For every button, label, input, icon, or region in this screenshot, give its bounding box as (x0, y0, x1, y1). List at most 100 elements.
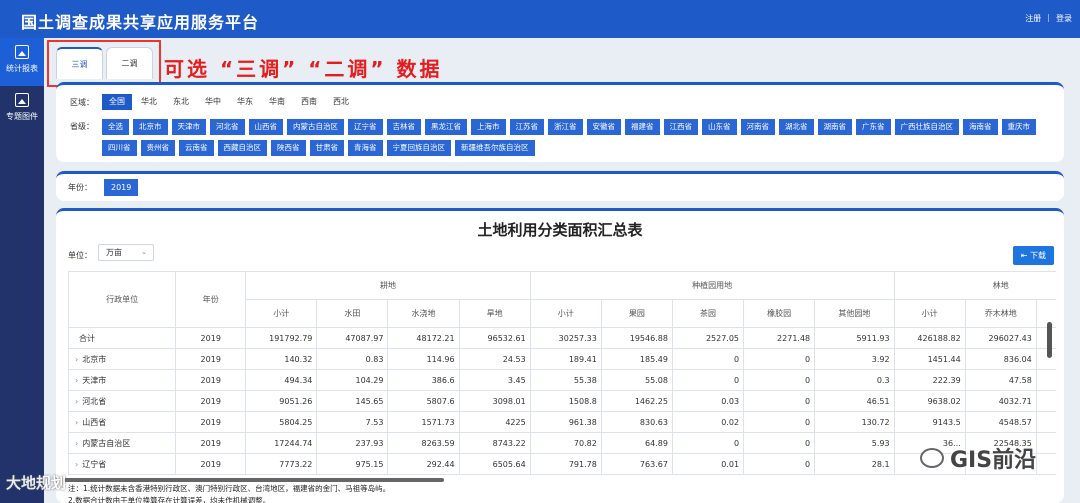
province-option[interactable]: 陕西省 (271, 140, 306, 156)
sidebar-item-thematic-maps[interactable]: 专题图件 (0, 86, 44, 134)
sidebar-item-stats-report[interactable]: 统计报表 (0, 38, 44, 86)
region-option[interactable]: 华中 (198, 94, 228, 110)
table-row[interactable]: › 山西省 2019 5804.25 7.53 1571.73 4225 961.38 830.… (67, 411, 1056, 433)
table-cell: 140.32 (245, 348, 318, 370)
table-cell: 47.58 (964, 369, 1037, 391)
region-option[interactable]: 东北 (166, 94, 196, 110)
province-label: 省级： (70, 122, 94, 131)
report-icon (15, 45, 29, 59)
province-option[interactable]: 辽宁省 (348, 119, 383, 135)
province-option[interactable]: 宁夏回族自治区 (386, 140, 451, 156)
column-group-forest: 林地 (893, 271, 1056, 300)
table-cell (1035, 411, 1056, 433)
province-option[interactable]: 海南省 (963, 119, 998, 135)
province-option[interactable]: 四川省 (102, 140, 137, 156)
table-cell: 3.92 (814, 348, 895, 370)
row-year-cell: 2019 (175, 411, 247, 433)
region-option[interactable]: 华北 (134, 94, 164, 110)
sidebar-item-label: 专题图件 (6, 112, 38, 121)
province-option[interactable]: 内蒙古自治区 (287, 119, 344, 135)
table-cell (1035, 369, 1056, 391)
year-label: 年份： (68, 183, 92, 192)
table-row[interactable]: › 河北省 2019 9051.26 145.65 5807.6 3098.01 1508.8… (67, 390, 1056, 412)
table-row[interactable]: 合计 2019 191792.79 47087.97 48172.21 96532.61 3… (67, 327, 1056, 349)
column-header: 水浇地 (387, 299, 460, 328)
wechat-logo-icon (920, 448, 944, 468)
table-cell: 19546.88 (600, 327, 673, 349)
table-cell: 5.93 (814, 432, 895, 454)
province-option[interactable]: 甘肃省 (309, 140, 344, 156)
region-option[interactable]: 华南 (262, 94, 292, 110)
row-region-name: 山西省 (82, 417, 107, 427)
province-option[interactable]: 西藏自治区 (217, 140, 267, 156)
filter-panel: 区域： 全国 华北 东北 华中 华东 华南 西南 西北 省级： 全选 北京市 天津市 河北省 山西省内… (56, 82, 1064, 162)
province-option[interactable]: 山东省 (702, 119, 737, 135)
table-cell: 5807.6 (387, 390, 460, 412)
province-option[interactable]: 贵州省 (140, 140, 175, 156)
province-option[interactable]: 山西省 (248, 119, 283, 135)
row-year-cell: 2019 (175, 432, 247, 454)
chevron-right-icon[interactable]: › (75, 397, 78, 406)
province-option[interactable]: 新疆维吾尔族自治区 (455, 140, 535, 156)
vertical-scrollbar[interactable] (1047, 322, 1052, 358)
province-option[interactable]: 江西省 (663, 119, 698, 135)
row-year-cell: 2019 (175, 348, 247, 370)
province-option[interactable]: 河南省 (740, 119, 775, 135)
table-row[interactable]: › 天津市 2019 494.34 104.29 386.6 3.45 55.38 55.08 0… (67, 369, 1056, 391)
login-link[interactable]: 登录 (1056, 13, 1072, 24)
horizontal-scrollbar[interactable] (64, 478, 444, 482)
province-option[interactable]: 湖北省 (779, 119, 814, 135)
chevron-right-icon[interactable]: › (75, 439, 78, 448)
region-option[interactable]: 西北 (326, 94, 356, 110)
table-row[interactable]: › 内蒙古自治区 2019 17244.74 237.93 8263.59 8743.22 7… (67, 432, 1056, 454)
table-row[interactable]: › 北京市 2019 140.32 0.83 114.96 24.53 189.41 185.4… (67, 348, 1056, 370)
table-cell: 1571.73 (387, 411, 460, 433)
table-cell: 7773.22 (245, 453, 318, 475)
table-cell: 4548.57 (964, 411, 1037, 433)
row-region-cell: › 河北省 (67, 390, 177, 412)
column-header: 乔木林地 (964, 299, 1037, 328)
province-option[interactable]: 云南省 (179, 140, 214, 156)
table-cell: 1451.44 (893, 348, 966, 370)
province-option[interactable]: 天津市 (171, 119, 206, 135)
province-option[interactable]: 青海省 (348, 140, 383, 156)
province-option[interactable]: 福建省 (625, 119, 660, 135)
province-option[interactable]: 上海市 (471, 119, 506, 135)
province-option[interactable]: 重庆市 (1001, 119, 1036, 135)
row-year-cell: 2019 (175, 453, 247, 475)
table-cell: 2527.05 (671, 327, 745, 349)
column-group-plantation: 种植园用地 (529, 271, 895, 300)
table-row[interactable]: › 辽宁省 2019 7773.22 975.15 292.44 6505.64 791.78… (67, 453, 1056, 475)
table-cell: 836.04 (964, 348, 1037, 370)
chevron-right-icon[interactable]: › (75, 355, 78, 364)
chevron-right-icon[interactable]: › (75, 376, 78, 385)
chevron-right-icon[interactable]: › (75, 460, 78, 469)
column-header: 小计 (529, 299, 602, 328)
register-link[interactable]: 注册 (1025, 13, 1041, 24)
table-viewport[interactable]: 行政单位 年份 耕地 种植园用地 林地 小计 水田 水浇地 旱地 小计 果园 茶园 橡胶园 其他园地 小计乔… (56, 211, 1056, 503)
province-select-all[interactable]: 全选 (102, 119, 129, 135)
province-option[interactable]: 广西壮族自治区 (894, 119, 959, 135)
table-cell: 0.01 (671, 453, 745, 475)
chevron-right-icon[interactable]: › (75, 418, 78, 427)
province-option[interactable]: 广东省 (856, 119, 891, 135)
row-year-cell: 2019 (175, 390, 247, 412)
province-option[interactable]: 吉林省 (386, 119, 421, 135)
province-option[interactable]: 北京市 (133, 119, 168, 135)
province-option[interactable]: 河北省 (210, 119, 245, 135)
table-cell: 8263.59 (387, 432, 460, 454)
table-cell: 24.53 (458, 348, 531, 370)
year-option[interactable]: 2019 (104, 179, 139, 196)
province-option[interactable]: 安徽省 (586, 119, 621, 135)
table-cell: 975.15 (316, 453, 389, 475)
watermark-left: 大地规划 (6, 474, 67, 492)
province-option[interactable]: 江苏省 (509, 119, 544, 135)
province-option[interactable]: 浙江省 (548, 119, 583, 135)
region-option[interactable]: 华东 (230, 94, 260, 110)
province-option[interactable]: 湖南省 (817, 119, 852, 135)
table-cell: 0 (743, 411, 816, 433)
table-cell: 64.89 (600, 432, 673, 454)
region-option[interactable]: 西南 (294, 94, 324, 110)
province-option[interactable]: 黑龙江省 (425, 119, 467, 135)
region-option[interactable]: 全国 (102, 94, 132, 110)
